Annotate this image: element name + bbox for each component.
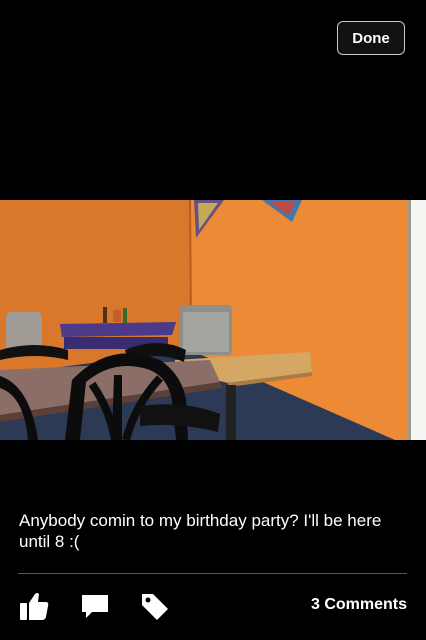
- tag-button[interactable]: [138, 588, 170, 624]
- thumbs-up-icon: [20, 593, 49, 620]
- tag-icon: [142, 594, 168, 620]
- comment-button[interactable]: [80, 588, 112, 624]
- speech-bubble-icon: [82, 595, 108, 618]
- post-caption: Anybody comin to my birthday party? I'll…: [19, 511, 382, 551]
- divider: [18, 573, 407, 574]
- done-button[interactable]: Done: [337, 21, 405, 55]
- like-button[interactable]: [18, 588, 52, 624]
- comments-count-link[interactable]: 3 Comments: [311, 596, 407, 614]
- post-photo: [0, 200, 426, 440]
